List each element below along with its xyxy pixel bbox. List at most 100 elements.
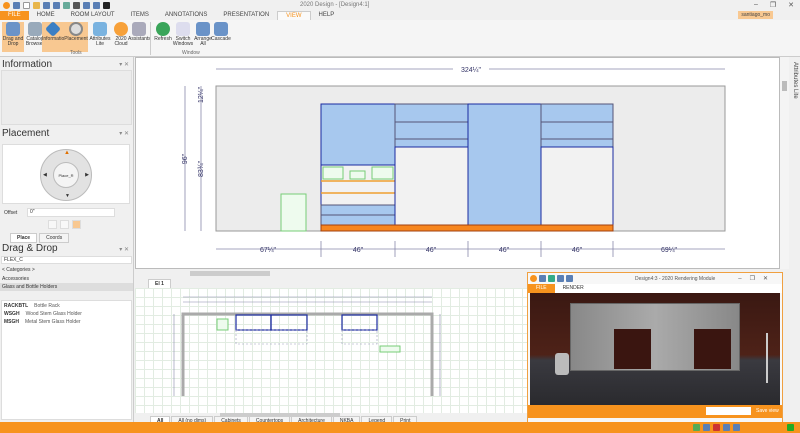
tab-coords[interactable]: Coords bbox=[39, 233, 70, 243]
toolbar-icon[interactable] bbox=[548, 275, 555, 282]
elevation-view[interactable]: 324¼" 67¼" 46" 46" 46" 46" 69¼" 96" 12¼"… bbox=[135, 57, 780, 269]
drawer bbox=[540, 138, 614, 148]
assistants-button[interactable]: Assistants bbox=[128, 22, 151, 52]
undo-icon[interactable] bbox=[53, 2, 60, 9]
status-icon[interactable] bbox=[713, 424, 720, 431]
cut-icon[interactable] bbox=[73, 2, 80, 9]
print-icon[interactable] bbox=[557, 275, 564, 282]
dim-overall-width: 324¼" bbox=[461, 67, 482, 74]
tab-view[interactable]: VIEW bbox=[277, 11, 311, 20]
tall-cabinet-door bbox=[320, 103, 396, 166]
horizontal-scrollbar[interactable] bbox=[190, 271, 270, 276]
redo-icon[interactable] bbox=[63, 2, 70, 9]
app-logo-icon[interactable] bbox=[3, 2, 10, 9]
attributes-lite-button[interactable]: Attributes Lite bbox=[89, 22, 111, 52]
drawer bbox=[320, 214, 396, 226]
attributes-lite-side-tab[interactable]: Attributes Lite bbox=[790, 62, 800, 99]
scroll-thumb[interactable] bbox=[782, 81, 787, 91]
cascade-button[interactable]: Cascade bbox=[210, 22, 232, 52]
copy-place-icon[interactable] bbox=[72, 220, 81, 229]
category-item-selected[interactable]: Glass and Bottle Holders bbox=[0, 283, 133, 291]
panel-close-icon[interactable]: ▾ ✕ bbox=[119, 61, 129, 68]
group-divider bbox=[150, 22, 151, 55]
tall-cabinet-door bbox=[467, 103, 542, 226]
close-icon[interactable]: ✕ bbox=[788, 1, 794, 9]
3d-render-viewport[interactable] bbox=[530, 293, 780, 405]
toolbar-icon[interactable] bbox=[566, 275, 573, 282]
drag-and-drop-button[interactable]: Drag and Drop bbox=[2, 22, 24, 52]
render-tab-render[interactable]: RENDER bbox=[555, 284, 592, 293]
rendered-closet bbox=[570, 303, 740, 371]
paste-icon[interactable] bbox=[93, 2, 100, 9]
arrange-icon bbox=[196, 22, 210, 36]
toolbar-icon[interactable] bbox=[539, 275, 546, 282]
arrow-right-icon[interactable]: ▶ bbox=[85, 172, 89, 178]
view-select[interactable] bbox=[706, 407, 751, 415]
category-item[interactable]: Accessories bbox=[2, 276, 29, 282]
categories-link[interactable]: < Categories > bbox=[2, 267, 35, 273]
copy-icon[interactable] bbox=[83, 2, 90, 9]
save-icon[interactable] bbox=[43, 2, 50, 9]
placement-dial[interactable]: Place_R ▲ ▼ ◀ ▶ bbox=[40, 149, 92, 201]
information-content bbox=[1, 70, 132, 125]
arrow-up-icon[interactable]: ▲ bbox=[64, 150, 70, 156]
drawer bbox=[394, 138, 469, 148]
dim-right: 69¼" bbox=[661, 247, 678, 254]
status-bar bbox=[0, 422, 800, 433]
information-button[interactable]: Information bbox=[42, 21, 67, 52]
arrow-left-icon[interactable]: ◀ bbox=[43, 172, 47, 178]
plan-view[interactable] bbox=[135, 288, 530, 413]
tab-annotations[interactable]: ANNOTATIONS bbox=[157, 11, 215, 20]
tab-items[interactable]: ITEMS bbox=[123, 11, 157, 20]
new-icon[interactable] bbox=[23, 2, 30, 9]
move-icon[interactable] bbox=[60, 220, 69, 229]
delete-icon[interactable] bbox=[103, 2, 110, 9]
save-view-button[interactable]: Save view bbox=[756, 408, 779, 414]
open-icon[interactable] bbox=[33, 2, 40, 9]
catalog-select[interactable]: FLEX_C bbox=[1, 256, 132, 264]
placement-button[interactable]: Placement bbox=[64, 22, 88, 52]
render-tab-file[interactable]: FILE bbox=[528, 284, 555, 293]
panel-close-icon[interactable]: ▾ ✕ bbox=[119, 130, 129, 137]
lock-icon[interactable] bbox=[13, 2, 20, 9]
tab-room-layout[interactable]: ROOM LAYOUT bbox=[63, 11, 123, 20]
toe-kick bbox=[320, 224, 614, 232]
offset-label: Offset bbox=[4, 210, 18, 216]
status-icon[interactable] bbox=[733, 424, 740, 431]
rendered-hanging-section bbox=[694, 329, 731, 369]
glass-holder bbox=[371, 166, 394, 180]
restore-icon[interactable]: ❐ bbox=[770, 1, 776, 9]
user-badge[interactable]: santiago_mo bbox=[738, 11, 773, 19]
status-icon[interactable] bbox=[693, 424, 700, 431]
app-logo-icon[interactable] bbox=[530, 275, 537, 282]
dim-left: 67¼" bbox=[260, 247, 277, 254]
refresh-button[interactable]: Refresh bbox=[152, 22, 174, 52]
panel-close-icon[interactable]: ▾ ✕ bbox=[119, 246, 129, 253]
tab-place[interactable]: Place bbox=[10, 233, 38, 243]
tab-help[interactable]: HELP bbox=[311, 11, 343, 20]
status-icon[interactable] bbox=[723, 424, 730, 431]
rendering-window[interactable]: Design4:3 - 2020 Rendering Module –❐✕ FI… bbox=[527, 272, 783, 423]
list-item[interactable]: MSGH Metal Stem Glass Holder bbox=[4, 319, 81, 325]
cloud-icon bbox=[114, 22, 128, 36]
vertical-scrollbar[interactable] bbox=[780, 57, 789, 269]
offset-input[interactable]: 0" bbox=[27, 208, 115, 217]
list-item[interactable]: WSGH Wood Stem Glass Holder bbox=[4, 311, 82, 317]
switch-windows-button[interactable]: Switch Windows bbox=[172, 22, 194, 52]
status-icon[interactable] bbox=[703, 424, 710, 431]
render-window-controls[interactable]: –❐✕ bbox=[738, 275, 776, 282]
drawer bbox=[320, 204, 396, 216]
left-panel: Information ▾ ✕ Placement ▾ ✕ Place_R ▲ … bbox=[0, 57, 134, 422]
rotate-icon[interactable] bbox=[48, 220, 57, 229]
hanging-section bbox=[394, 146, 469, 226]
drawer bbox=[540, 103, 614, 123]
list-item[interactable]: RACKBTL Bottle Rack bbox=[4, 303, 60, 309]
window-controls: – ❐ ✕ bbox=[754, 1, 794, 9]
arrow-down-icon[interactable]: ▼ bbox=[65, 193, 70, 199]
render-toolbar: Design4:3 - 2020 Rendering Module –❐✕ bbox=[528, 273, 782, 284]
flag-icon[interactable] bbox=[787, 424, 794, 431]
minimize-icon[interactable]: – bbox=[754, 1, 758, 9]
tab-file[interactable]: FILE bbox=[0, 11, 29, 20]
tab-home[interactable]: HOME bbox=[29, 11, 63, 20]
tab-presentation[interactable]: PRESENTATION bbox=[215, 11, 277, 20]
